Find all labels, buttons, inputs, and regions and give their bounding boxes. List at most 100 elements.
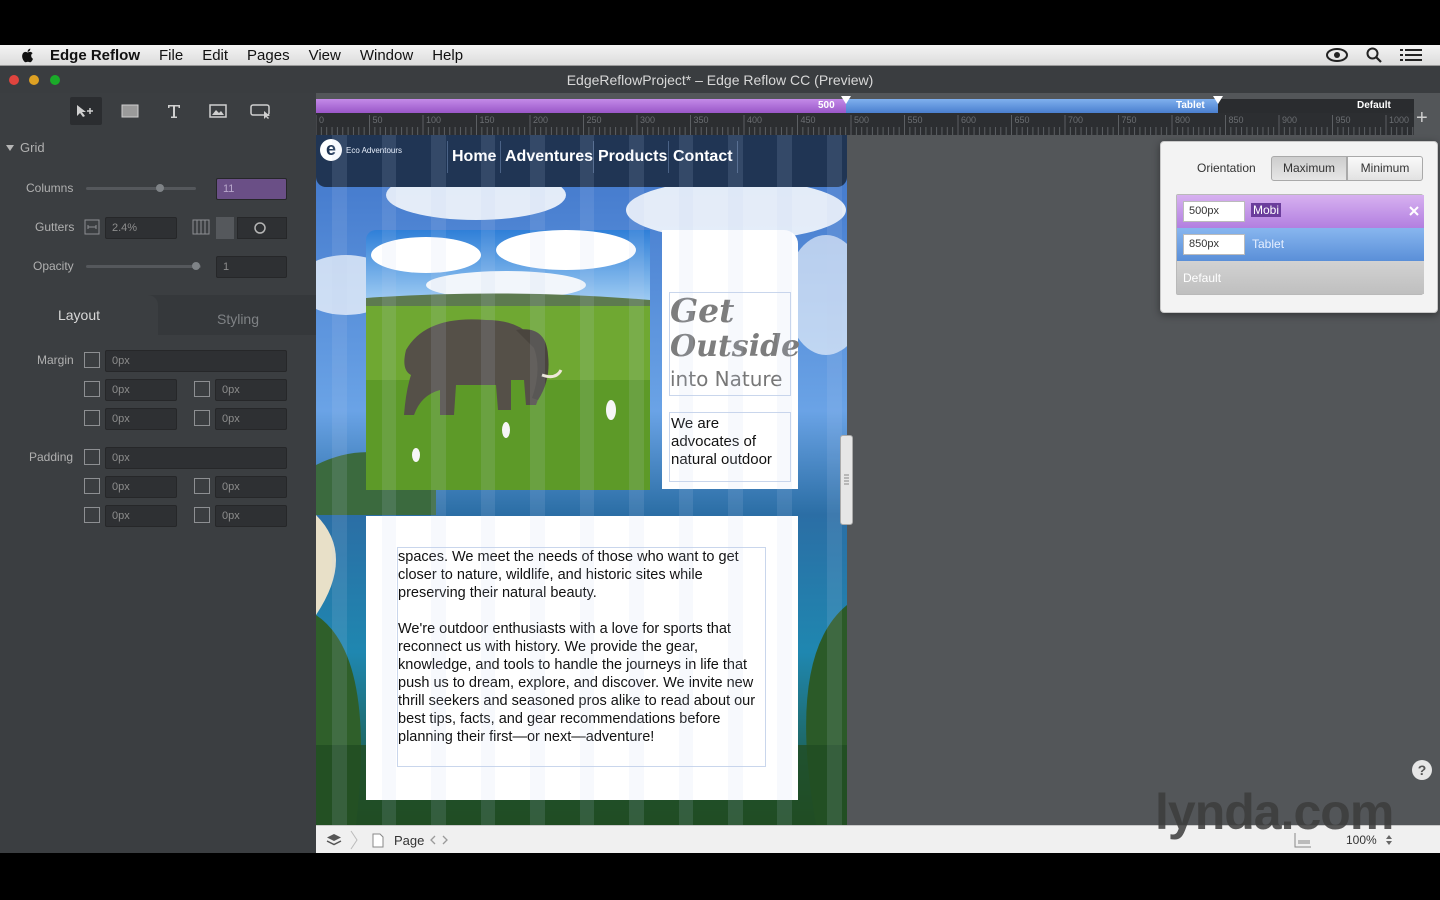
nav-contact[interactable]: Contact [668, 141, 738, 173]
margin-right-input[interactable]: 0px [215, 379, 287, 401]
hyperlink-tool[interactable] [246, 97, 278, 125]
padding-left-icon[interactable] [194, 507, 210, 523]
site-logo[interactable]: e Eco Adventours [320, 139, 402, 161]
ruler-ticks: 0 50 100 150 200 250 300 350 400 450 500 550 600 650 7… [316, 115, 1414, 135]
menu-edit[interactable]: Edit [202, 47, 228, 64]
margin-left-icon[interactable] [194, 410, 210, 426]
menu-help[interactable]: Help [432, 47, 463, 64]
menu-file[interactable]: File [159, 47, 183, 64]
breakpoint-list: 500px Mobi 850px Tablet Default [1176, 194, 1424, 295]
padding-top-icon[interactable] [84, 478, 100, 494]
screen: Edge Reflow File Edit Pages View Window … [0, 0, 1440, 900]
gutter-width-icon[interactable] [84, 219, 100, 235]
menu-edge-reflow[interactable]: Edge Reflow [50, 47, 140, 64]
spotlight-search-icon[interactable] [1366, 47, 1382, 63]
media-query-bar[interactable]: 500 Tablet Default [316, 96, 1414, 113]
margin-bottom-icon[interactable] [84, 410, 100, 426]
orientation-maximum[interactable]: Maximum [1271, 156, 1347, 181]
box-tool[interactable] [114, 97, 146, 125]
nav-products[interactable]: Products [593, 141, 671, 173]
padding-left-input[interactable]: 0px [215, 505, 287, 527]
breakpoint-mobile-width-input[interactable]: 500px [1183, 201, 1245, 222]
body-text-box[interactable]: spaces. We meet the needs of those who w… [366, 516, 798, 800]
menu-view[interactable]: View [309, 47, 341, 64]
breakpoint-tablet-handle[interactable] [1213, 96, 1223, 106]
page-resize-handle[interactable] [840, 435, 853, 525]
breakpoint-row-default[interactable]: Default [1177, 261, 1424, 294]
opacity-label: Opacity [33, 259, 74, 273]
add-breakpoint-plus-icon[interactable]: + [1416, 107, 1428, 130]
padding-bottom-icon[interactable] [84, 507, 100, 523]
zoom-window-button[interactable] [50, 75, 60, 85]
breakpoint-mobile-range[interactable] [316, 99, 846, 113]
tab-styling[interactable]: Styling [160, 299, 316, 339]
grid-visibility-toggle[interactable] [237, 217, 287, 239]
breakpoint-tablet-name[interactable]: Tablet [1252, 237, 1284, 251]
breakpoint-tablet-range[interactable] [846, 99, 1218, 113]
code-brackets-icon[interactable] [430, 835, 448, 845]
padding-all-input[interactable]: 0px [105, 447, 287, 469]
logo-e-icon: e [320, 139, 342, 161]
columns-slider[interactable] [86, 184, 196, 192]
nav-adventures[interactable]: Adventures [500, 141, 597, 173]
ruler-tick-label: 250 [587, 115, 602, 125]
minimize-window-button[interactable] [29, 75, 39, 85]
elephant-photo[interactable] [366, 230, 650, 490]
padding-top-input[interactable]: 0px [105, 476, 177, 498]
ruler-tick-label: 1000 [1389, 115, 1409, 125]
columns-input[interactable]: 11 [216, 178, 287, 200]
breakpoint-row-mobile[interactable]: 500px Mobi [1177, 195, 1424, 228]
breakpoint-row-tablet[interactable]: 850px Tablet [1177, 228, 1424, 261]
headline-text-frame: Get Outside into Nature [669, 292, 800, 396]
opacity-slider[interactable] [86, 262, 201, 270]
margin-all-input[interactable]: 0px [105, 350, 287, 372]
padding-bottom-input[interactable]: 0px [105, 505, 177, 527]
margin-right-icon[interactable] [194, 381, 210, 397]
image-icon [209, 104, 227, 118]
layers-icon[interactable] [326, 833, 342, 847]
column-toggle-icon[interactable] [192, 219, 210, 235]
design-page[interactable]: e Eco Adventours Home Adventures Product… [316, 135, 847, 825]
creative-cloud-icon[interactable] [1326, 48, 1348, 62]
padding-all-icon[interactable] [84, 449, 100, 465]
headline-box[interactable]: Get Outside into Nature We are advocates… [662, 230, 800, 489]
padding-right-input[interactable]: 0px [215, 476, 287, 498]
breadcrumb-separator-icon [350, 830, 358, 850]
margin-top-input[interactable]: 0px [105, 379, 177, 401]
ruler-tick-label: 50 [373, 115, 383, 125]
breakpoint-tablet-width-input[interactable]: 850px [1183, 234, 1245, 255]
breadcrumb-page[interactable]: Page [394, 833, 424, 848]
nav-home[interactable]: Home [447, 141, 500, 173]
link-tool-icon [250, 104, 270, 119]
breakpoint-mobile-name-input[interactable]: Mobi [1251, 203, 1282, 217]
breakpoint-popover: Orientation Maximum Minimum 500px Mobi 8… [1160, 141, 1438, 313]
margin-left-input[interactable]: 0px [215, 408, 287, 430]
breakpoint-default-label: Default [1357, 100, 1391, 111]
orientation-minimum[interactable]: Minimum [1347, 156, 1423, 181]
help-question-icon[interactable]: ? [1412, 760, 1432, 780]
ruler-tick-label: 300 [640, 115, 655, 125]
column-color-swatch[interactable] [216, 217, 234, 239]
close-window-button[interactable] [9, 75, 19, 85]
margin-top-icon[interactable] [84, 381, 100, 397]
margin-all-icon[interactable] [84, 352, 100, 368]
menu-window[interactable]: Window [360, 47, 413, 64]
padding-right-icon[interactable] [194, 478, 210, 494]
notification-list-icon[interactable] [1400, 48, 1422, 62]
breakpoint-500-handle[interactable] [841, 96, 851, 106]
opacity-input[interactable]: 1 [216, 256, 287, 278]
gutters-input[interactable]: 2.4% [105, 217, 177, 239]
apple-icon[interactable] [20, 47, 36, 63]
panel-tabs: Layout Styling [0, 295, 316, 335]
menu-pages[interactable]: Pages [247, 47, 290, 64]
grid-collapse-triangle-icon[interactable] [6, 144, 14, 152]
left-panel: Grid Columns 11 Gutters 2.4% Opacity 1 L… [0, 93, 316, 853]
remove-breakpoint-close-icon[interactable] [1409, 206, 1419, 216]
text-tool[interactable] [158, 97, 190, 125]
select-tool[interactable] [70, 97, 102, 125]
tab-layout[interactable]: Layout [0, 295, 158, 335]
image-tool[interactable] [202, 97, 234, 125]
ruler-tick-label: 150 [480, 115, 495, 125]
margin-bottom-input[interactable]: 0px [105, 408, 177, 430]
window-titlebar: EdgeReflowProject* – Edge Reflow CC (Pre… [0, 66, 1440, 93]
